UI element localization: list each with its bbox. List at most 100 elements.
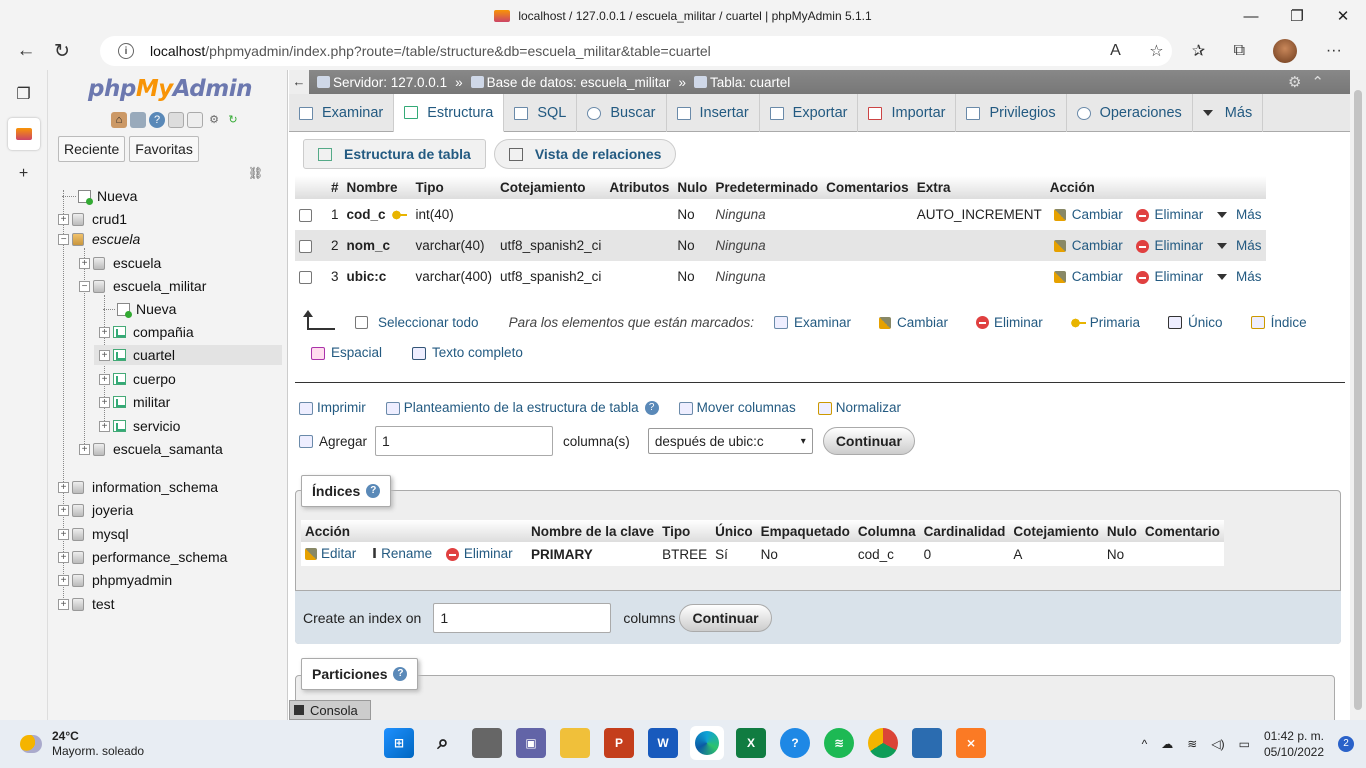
- print-button[interactable]: Imprimir: [299, 400, 366, 415]
- indexes-legend[interactable]: Índices?: [301, 475, 392, 507]
- create-index-continue-button[interactable]: Continuar: [679, 604, 772, 632]
- tab-actions-icon[interactable]: ❐: [8, 78, 40, 110]
- tree-item[interactable]: Nueva: [62, 186, 137, 206]
- home-icon[interactable]: ⌂: [111, 112, 127, 128]
- subtab-vista-relaciones[interactable]: Vista de relaciones: [493, 139, 677, 169]
- col-header[interactable]: Atributos: [605, 176, 674, 199]
- bulk-cambiar-button[interactable]: Cambiar: [879, 315, 948, 330]
- change-button[interactable]: Cambiar: [1053, 238, 1123, 253]
- change-button[interactable]: Cambiar: [1053, 269, 1123, 284]
- col-header[interactable]: Extra: [912, 176, 1046, 199]
- tree-item[interactable]: + joyeria: [58, 500, 133, 520]
- col-header[interactable]: Predeterminado: [711, 176, 823, 199]
- xampp-icon[interactable]: ⨯: [956, 728, 986, 758]
- tree-item[interactable]: + cuerpo: [99, 369, 176, 389]
- add-columns-input[interactable]: 1: [375, 426, 554, 456]
- plan-structure-button[interactable]: Planteamiento de la estructura de tabla: [385, 400, 639, 415]
- tree-item[interactable]: Nueva: [103, 299, 176, 319]
- col-header[interactable]: Cotejamiento: [496, 176, 606, 199]
- delete-index-button[interactable]: Eliminar: [445, 546, 513, 561]
- volume-icon[interactable]: ◁): [1211, 737, 1224, 751]
- search-icon[interactable]: ⌕: [428, 728, 458, 758]
- create-index-input[interactable]: 1: [433, 603, 612, 633]
- back-arrow-icon[interactable]: ←: [8, 35, 44, 67]
- powerpoint-icon[interactable]: P: [604, 728, 634, 758]
- tree-item[interactable]: + test: [58, 594, 115, 614]
- help-icon[interactable]: ?: [149, 112, 165, 128]
- breadcrumb-server[interactable]: Servidor: 127.0.0.1: [317, 75, 447, 90]
- tree-item[interactable]: + escuela_samanta: [79, 439, 223, 459]
- photos-icon[interactable]: [912, 728, 942, 758]
- favorites-icon[interactable]: ✰: [1192, 41, 1205, 61]
- address-bar[interactable]: i localhost/phpmyadmin/index.php?route=/…: [100, 36, 1172, 66]
- settings-menu-icon[interactable]: ···: [1326, 42, 1342, 60]
- site-info-icon[interactable]: i: [118, 43, 134, 59]
- copy-icon[interactable]: [187, 112, 203, 128]
- logout-icon[interactable]: [130, 112, 146, 128]
- bulk-unico-button[interactable]: Único: [1168, 315, 1223, 330]
- excel-icon[interactable]: X: [736, 728, 766, 758]
- console-toggle[interactable]: Consola: [289, 700, 371, 720]
- tree-item[interactable]: + servicio: [99, 416, 180, 436]
- tree-item[interactable]: + compañia: [99, 322, 194, 342]
- phpmyadmin-logo[interactable]: phpMyAdmin: [88, 76, 252, 102]
- battery-icon[interactable]: ▭: [1239, 737, 1250, 751]
- start-icon[interactable]: ⊞: [384, 728, 414, 758]
- delete-button[interactable]: Eliminar: [1136, 269, 1203, 284]
- more-button[interactable]: Más: [1217, 238, 1262, 253]
- help-icon[interactable]: ?: [644, 400, 659, 415]
- link-chain-icon[interactable]: ⛓: [248, 166, 263, 180]
- tree-item[interactable]: + information_schema: [58, 477, 218, 497]
- delete-button[interactable]: Eliminar: [1136, 238, 1203, 253]
- select-all-checkbox[interactable]: [355, 315, 368, 329]
- bulk-espacial-button[interactable]: Espacial: [311, 345, 382, 360]
- delete-button[interactable]: Eliminar: [1136, 207, 1203, 222]
- col-header[interactable]: Nulo: [673, 176, 712, 199]
- teams-icon[interactable]: ▣: [516, 728, 546, 758]
- help-app-icon[interactable]: ?: [780, 728, 810, 758]
- rename-index-button[interactable]: Ⅰ Rename: [372, 546, 432, 561]
- continue-button[interactable]: Continuar: [822, 427, 915, 455]
- main-scrollbar[interactable]: [1350, 70, 1366, 720]
- collections-icon[interactable]: ⧉: [1234, 42, 1245, 60]
- notifications-badge[interactable]: 2: [1338, 736, 1354, 752]
- collapse-nav-icon[interactable]: ←: [289, 70, 309, 94]
- tab-reciente[interactable]: Reciente: [58, 136, 126, 162]
- word-icon[interactable]: W: [648, 728, 678, 758]
- tree-item[interactable]: − escuela: [58, 229, 140, 249]
- bulk-texto-completo-button[interactable]: Texto completo: [412, 345, 523, 360]
- file-explorer-icon[interactable]: [560, 728, 590, 758]
- move-columns-button[interactable]: Mover columnas: [678, 400, 796, 415]
- bulk-eliminar-button[interactable]: Eliminar: [976, 315, 1043, 330]
- weather-widget[interactable]: 24°C Mayorm. soleado: [20, 729, 144, 759]
- task-view-icon[interactable]: [472, 728, 502, 758]
- more-button[interactable]: Más: [1217, 207, 1262, 222]
- bulk-examinar-button[interactable]: Examinar: [773, 315, 851, 330]
- bulk-indice-button[interactable]: Índice: [1250, 315, 1307, 330]
- scrollbar-thumb[interactable]: [1354, 90, 1362, 710]
- reload-icon[interactable]: ↻: [44, 35, 80, 67]
- tree-item[interactable]: − escuela_militar: [79, 276, 206, 296]
- subtab-estructura-tabla[interactable]: Estructura de tabla: [303, 139, 486, 169]
- change-button[interactable]: Cambiar: [1053, 207, 1123, 222]
- profile-avatar[interactable]: [1273, 39, 1298, 63]
- col-header[interactable]: Nombre: [342, 176, 412, 199]
- row-checkbox[interactable]: [299, 270, 312, 284]
- minimize-button[interactable]: —: [1228, 0, 1274, 32]
- row-checkbox[interactable]: [299, 208, 312, 222]
- pma-tab-icon[interactable]: [7, 118, 40, 150]
- settings-collapse-icons[interactable]: ⚙⌃: [1288, 73, 1334, 91]
- breadcrumb-table[interactable]: Tabla: cuartel: [693, 75, 790, 90]
- chrome-icon[interactable]: [868, 728, 898, 758]
- col-header[interactable]: Tipo: [411, 176, 497, 199]
- wifi-icon[interactable]: ≋: [1187, 737, 1197, 751]
- add-favorite-icon[interactable]: ☆: [1149, 41, 1163, 61]
- tree-item[interactable]: + performance_schema: [58, 547, 227, 567]
- row-checkbox[interactable]: [299, 239, 312, 253]
- tab-sql[interactable]: SQL: [504, 94, 578, 132]
- refresh-icon[interactable]: ↻: [225, 112, 241, 128]
- tab-insertar[interactable]: Insertar: [667, 94, 760, 132]
- more-button[interactable]: Más: [1217, 269, 1262, 284]
- new-tab-icon[interactable]: +: [8, 158, 40, 190]
- tab-operaciones[interactable]: Operaciones: [1067, 94, 1193, 132]
